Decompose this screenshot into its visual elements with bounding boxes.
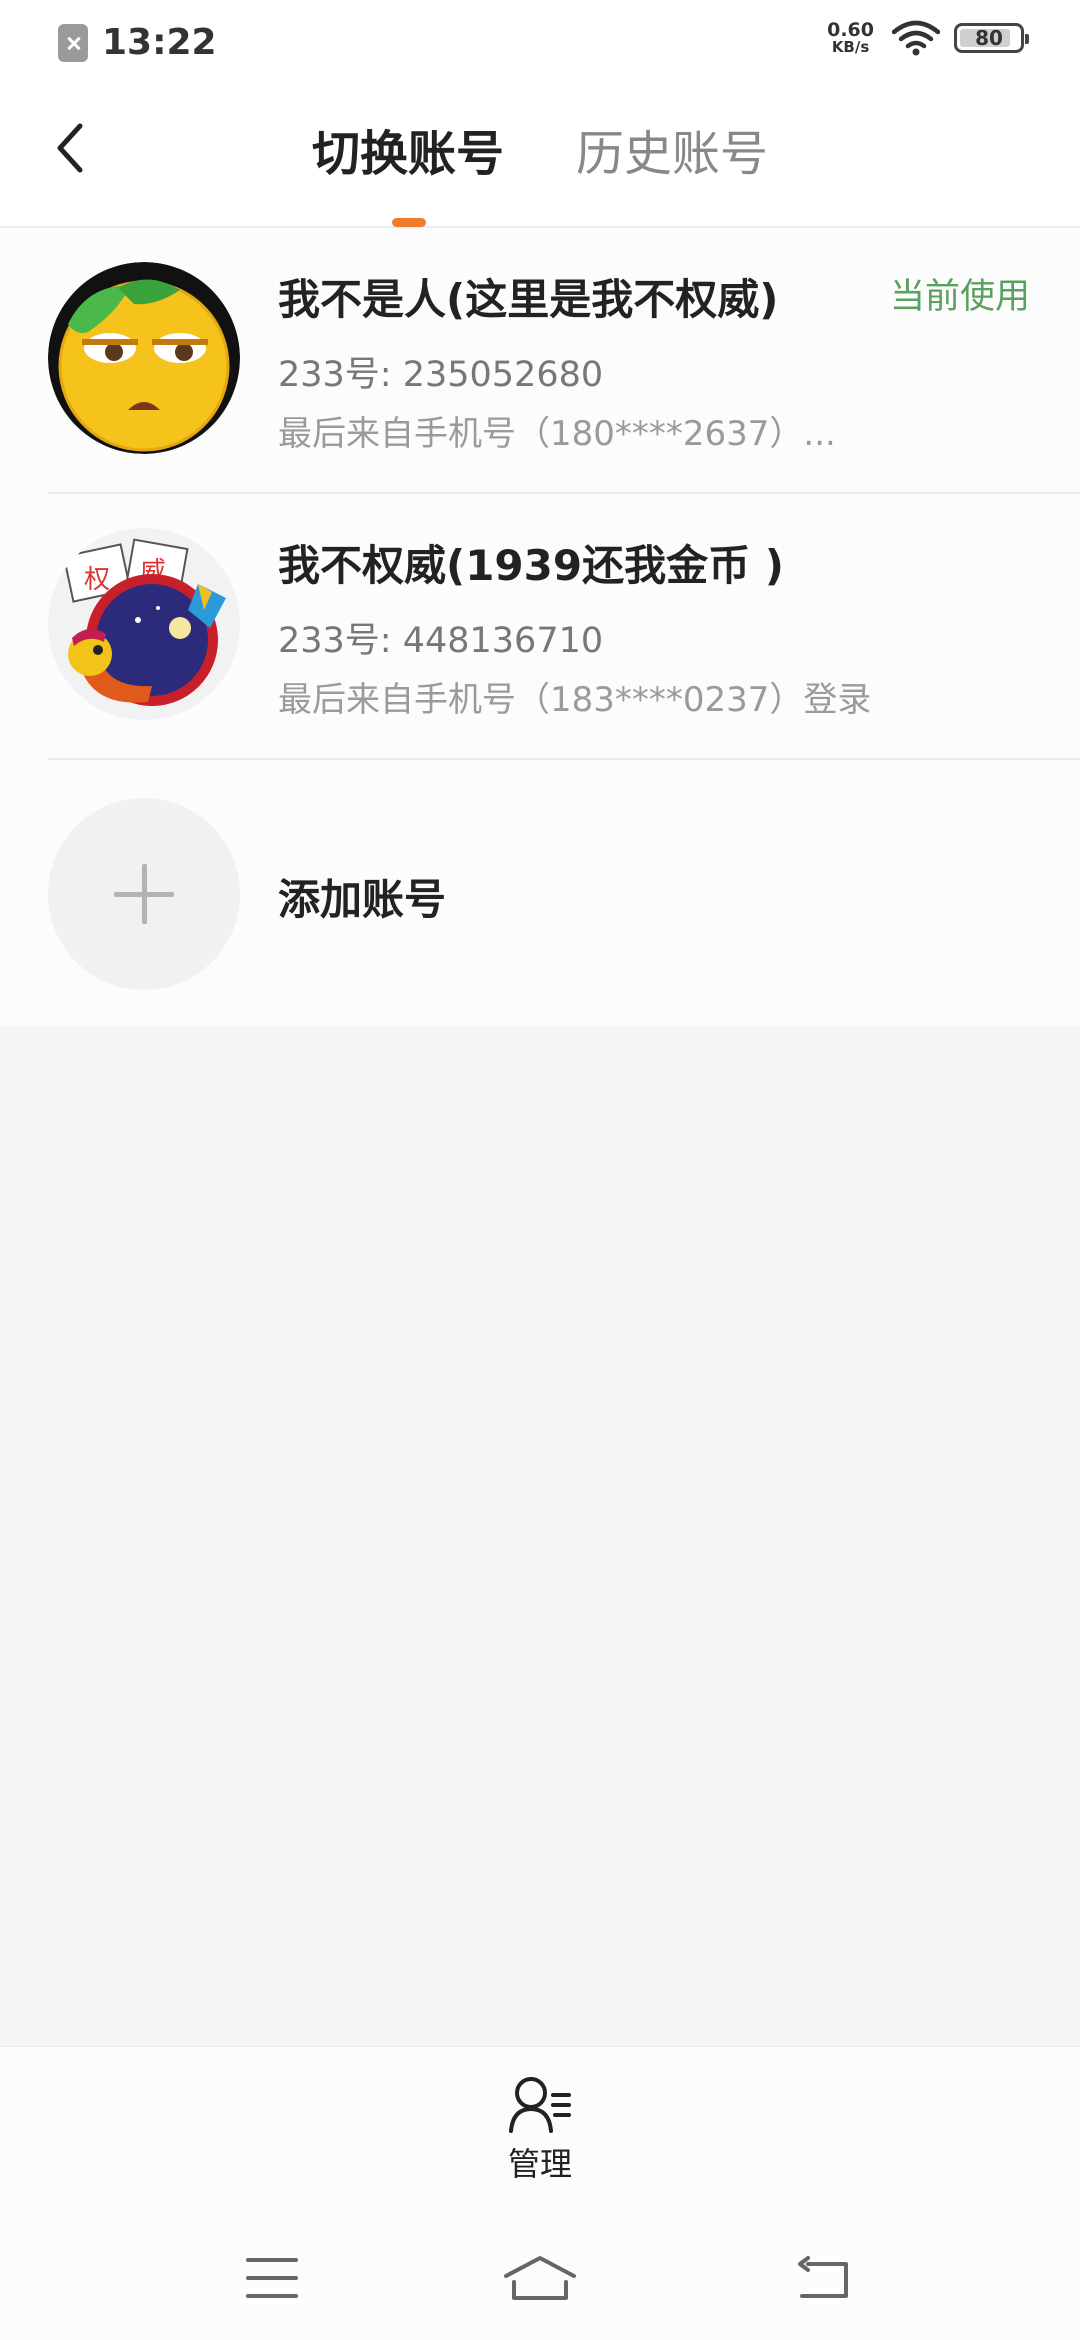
cartoon-avatar-icon: 权 威 [48,528,240,720]
wifi-icon [892,20,940,56]
current-in-use-badge: 当前使用 [889,277,1030,317]
bottom-bar: 管理 [0,2046,1080,2212]
nav-back-button[interactable] [784,2248,864,2308]
battery-icon: 80 [954,23,1029,53]
tab-history-account[interactable]: 历史账号 [576,124,768,184]
account-item-current[interactable]: 我不是人(这里是我不权威) 当前使用 233号: 235052680 最后来自手… [48,228,1080,494]
svg-text:权: 权 [84,565,110,595]
account-id: 233号: 448136710 [278,621,604,661]
chevron-left-icon [57,123,83,173]
account-name: 我不权威(1939还我金币 ) [278,541,784,590]
system-nav-bar [0,2212,1080,2340]
home-icon [504,2256,576,2300]
network-speed-unit: KB/s [831,38,870,56]
tab-switch-account[interactable]: 切换账号 [312,124,504,184]
battery-level: 80 [975,26,1003,50]
plus-icon [48,798,240,990]
manage-button[interactable]: 管理 [480,2073,600,2193]
manage-label: 管理 [507,2145,572,2183]
back-button[interactable] [40,118,100,178]
account-item[interactable]: 权 威 我不权威(1939还我金币 ) 233号: 448136710 最后来自… [48,494,1080,760]
account-name: 我不是人(这里是我不权威) [278,275,779,324]
status-left: 13:22 [58,22,217,63]
add-account-button[interactable]: 添加账号 [48,760,1080,1026]
back-icon [798,2256,848,2298]
status-time: 13:22 [102,22,217,63]
avatar: 权 威 [48,528,240,720]
account-list: 我不是人(这里是我不权威) 当前使用 233号: 235052680 最后来自手… [0,228,1080,1026]
notification-blocked-icon [58,23,88,62]
account-id: 233号: 235052680 [278,355,604,395]
account-last-login: 最后来自手机号（180****2637）... [278,414,836,454]
status-right: 0.60 KB/s 80 [827,20,1029,56]
menu-icon [246,2258,298,2298]
nav-menu-button[interactable] [232,2248,312,2308]
active-tab-indicator [392,218,426,227]
user-manage-icon [509,2077,571,2133]
emoji-avatar-icon [48,262,240,454]
add-account-label: 添加账号 [278,875,447,924]
header: 切换账号 历史账号 [0,84,1080,228]
avatar [48,262,240,454]
nav-home-button[interactable] [500,2248,580,2308]
network-speed: 0.60 KB/s [827,21,874,55]
account-last-login: 最后来自手机号（183****0237）登录 [278,680,872,720]
status-bar: 13:22 0.60 KB/s 80 [0,0,1080,84]
